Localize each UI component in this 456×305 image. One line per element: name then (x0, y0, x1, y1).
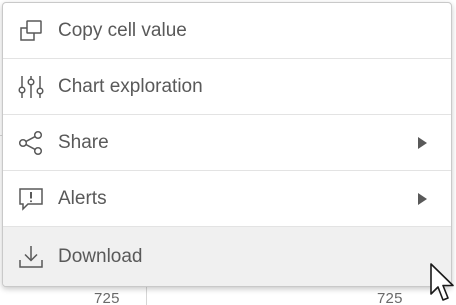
menu-item-label: Share (58, 131, 109, 153)
mouse-cursor-icon (430, 263, 454, 301)
table-cell[interactable]: 725 (377, 290, 403, 305)
sliders-icon (17, 73, 45, 101)
menu-item-chart-exploration[interactable]: Chart exploration (3, 59, 451, 115)
screen: 725 725 Copy cell value Chart exploratio… (0, 0, 456, 305)
table-cell[interactable]: 725 (94, 290, 120, 305)
download-icon (17, 243, 45, 271)
table-column-divider (146, 287, 147, 305)
menu-item-download[interactable]: Download (3, 227, 451, 286)
menu-item-copy-cell-value[interactable]: Copy cell value (3, 3, 451, 59)
menu-item-alerts[interactable]: Alerts (3, 171, 451, 227)
menu-item-label: Copy cell value (58, 19, 187, 41)
alert-icon (17, 185, 45, 213)
context-menu: Copy cell value Chart exploration Share … (2, 2, 452, 287)
submenu-arrow-icon (418, 136, 427, 149)
submenu-arrow-icon (418, 192, 427, 205)
menu-item-label: Chart exploration (58, 75, 203, 97)
menu-item-share[interactable]: Share (3, 115, 451, 171)
share-icon (17, 129, 45, 157)
copy-icon (17, 17, 45, 45)
menu-item-label: Download (58, 245, 143, 267)
menu-item-label: Alerts (58, 187, 107, 209)
